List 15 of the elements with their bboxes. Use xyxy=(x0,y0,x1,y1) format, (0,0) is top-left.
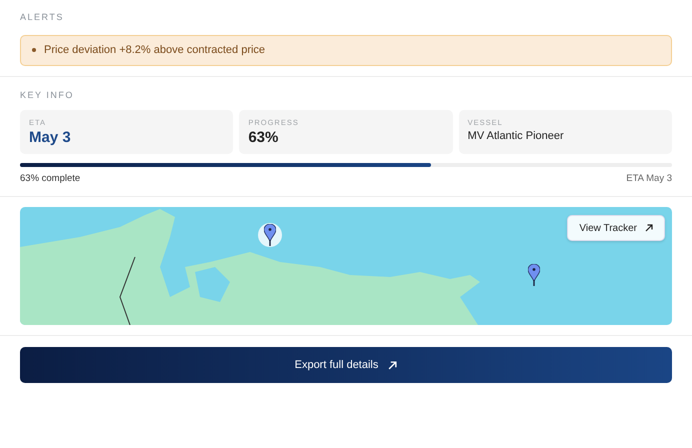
card-value: 63% xyxy=(248,128,280,148)
eta-text: ETA May 3 xyxy=(626,172,672,186)
export-button[interactable]: Export full details xyxy=(20,347,672,384)
arrow-up-right-icon xyxy=(645,224,653,232)
progress-text: 63% complete xyxy=(20,172,80,186)
section-heading: KEY INFO xyxy=(20,88,75,102)
map-pin-icon xyxy=(528,264,540,286)
view-tracker-button[interactable]: View Tracker xyxy=(567,215,665,242)
card-value: May 3 xyxy=(29,128,72,148)
arrow-up-right-icon xyxy=(388,360,398,370)
section-heading: ALERTS xyxy=(20,11,65,24)
card-value: MV Atlantic Pioneer xyxy=(468,130,565,144)
map-pin-icon xyxy=(264,224,276,246)
bullet-icon xyxy=(32,48,36,52)
alert-text: Price deviation +8.2% above contracted price xyxy=(44,42,266,58)
